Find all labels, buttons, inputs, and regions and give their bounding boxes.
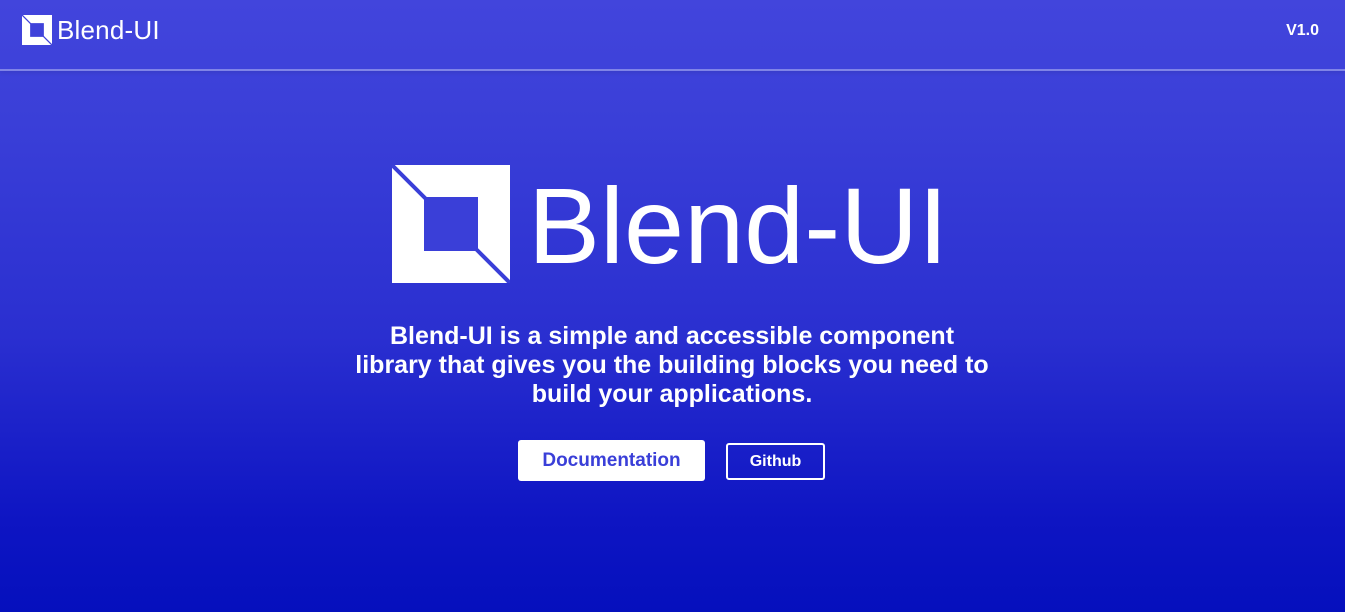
github-button[interactable]: Github: [726, 443, 825, 480]
version-label: V1.0: [1286, 22, 1319, 39]
blend-ui-logo-icon: [22, 15, 52, 45]
brand-link[interactable]: Blend-UI: [22, 15, 160, 45]
hero-tagline: Blend-UI is a simple and accessible comp…: [355, 322, 989, 408]
hero-logo: [392, 165, 510, 283]
brand-name: Blend-UI: [57, 15, 160, 45]
blend-ui-logo-icon: [392, 165, 510, 283]
documentation-button[interactable]: Documentation: [518, 440, 705, 481]
hero-title: Blend-UI: [528, 165, 949, 286]
navbar: Blend-UI V1.0: [0, 0, 1345, 71]
